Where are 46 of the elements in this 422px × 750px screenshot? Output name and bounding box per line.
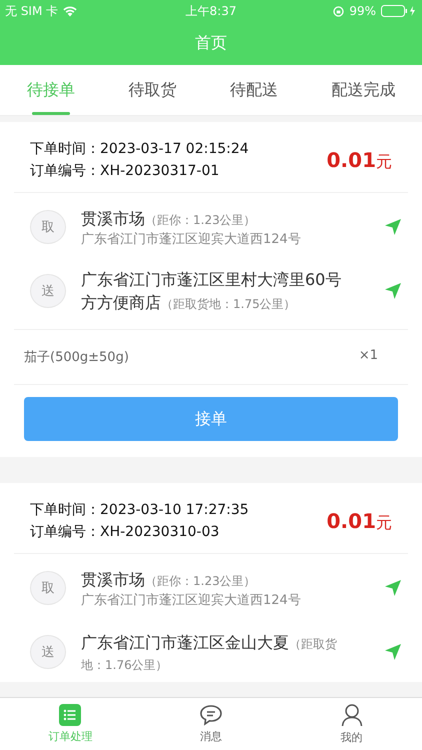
tab-bar-item[interactable]: 我的 bbox=[306, 698, 397, 750]
pickup-address: 广东省江门市蓬江区迎宾大道西124号 bbox=[81, 230, 302, 248]
order-number-label: 订单编号： bbox=[30, 163, 100, 179]
pickup-address: 广东省江门市蓬江区迎宾大道西124号 bbox=[81, 592, 302, 608]
clock-text: 上午8:37 bbox=[186, 2, 236, 20]
delivery-badge: 送 bbox=[30, 635, 66, 669]
order-time: 2023-03-10 17:27:35 bbox=[100, 502, 249, 518]
carrier-text: 无 SIM 卡 bbox=[5, 2, 58, 20]
order-time: 2023-03-17 02:15:24 bbox=[100, 141, 249, 157]
delivery-address: 广东省江门市蓬江区里村大湾里60号方方便商店（距取货地：1.75公里） bbox=[81, 269, 342, 314]
order-time-label: 下单时间： bbox=[30, 141, 100, 157]
price-amount: 0.01 bbox=[326, 508, 376, 532]
distance-text: （距你：1.23公里） bbox=[145, 212, 256, 226]
navigation-arrow-icon[interactable] bbox=[384, 579, 402, 597]
order-time-label: 下单时间： bbox=[30, 502, 100, 518]
navigation-arrow-icon[interactable] bbox=[384, 282, 402, 300]
rotation-lock-icon bbox=[333, 6, 344, 16]
person-icon bbox=[340, 703, 363, 727]
order-tab[interactable]: 待取货 bbox=[122, 65, 182, 115]
chat-icon bbox=[198, 704, 223, 726]
delivery-badge: 送 bbox=[30, 274, 66, 308]
price-unit: 元 bbox=[376, 512, 392, 532]
pickup-badge: 取 bbox=[30, 571, 66, 605]
pickup-name: 贯溪市场 bbox=[81, 208, 145, 228]
wifi-icon bbox=[63, 6, 78, 16]
item-quantity: ×1 bbox=[358, 348, 378, 365]
pickup-name: 贯溪市场 bbox=[81, 570, 145, 588]
tab-indicator bbox=[32, 112, 70, 115]
item-name: 茄子(500g±50g) bbox=[24, 349, 129, 366]
delivery-address: 广东省江门市蓬江区金山大夏（距取货地：1.76公里） bbox=[81, 632, 338, 674]
navigation-arrow-icon[interactable] bbox=[384, 218, 402, 236]
navigation-arrow-icon[interactable] bbox=[384, 643, 402, 661]
order-tab[interactable]: 配送完成 bbox=[325, 65, 402, 115]
order-number-label: 订单编号： bbox=[30, 524, 100, 540]
tab-bar-item[interactable]: 消息 bbox=[166, 698, 256, 750]
battery-text: 99% bbox=[349, 4, 376, 18]
price-unit: 元 bbox=[376, 152, 392, 170]
order-number: XH-20230310-03 bbox=[100, 524, 220, 540]
page-title: 首页 bbox=[195, 33, 227, 54]
order-tab[interactable]: 待配送 bbox=[224, 65, 284, 115]
pickup-badge: 取 bbox=[30, 210, 66, 244]
order-number: XH-20230317-01 bbox=[100, 163, 220, 179]
price-amount: 0.01 bbox=[326, 148, 376, 172]
distance-text: （距你：1.23公里） bbox=[145, 574, 256, 588]
battery-icon bbox=[381, 5, 417, 17]
list-icon bbox=[59, 704, 82, 726]
